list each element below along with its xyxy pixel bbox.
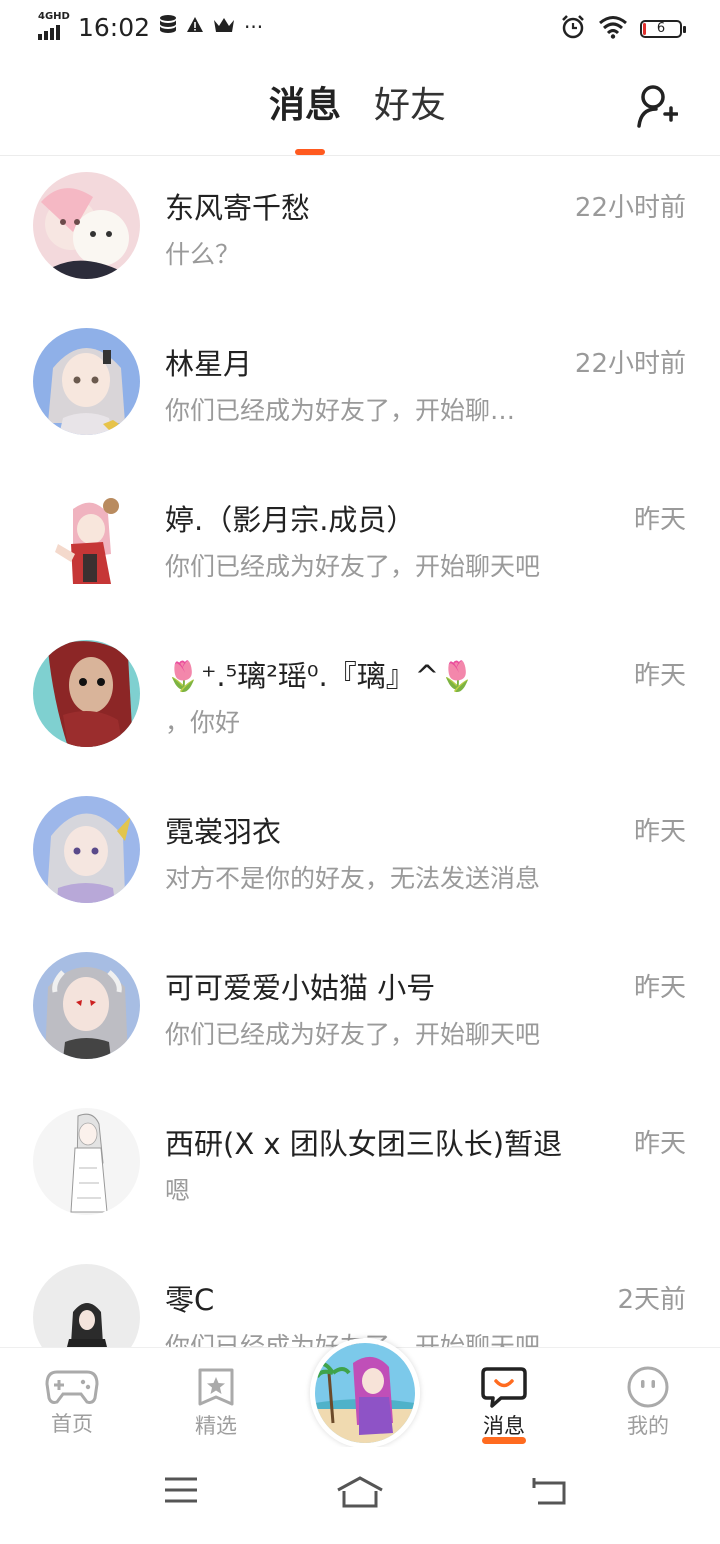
battery-icon: 6 bbox=[640, 20, 686, 38]
message-time: 22小时前 bbox=[574, 349, 686, 379]
alarm-icon bbox=[560, 14, 586, 44]
menu-icon[interactable] bbox=[163, 1475, 199, 1509]
star-bookmark-icon bbox=[198, 1368, 234, 1406]
network-type: 4GHD bbox=[38, 11, 70, 22]
contact-name: 林星月 bbox=[165, 347, 253, 381]
smiley-face-icon bbox=[627, 1366, 669, 1408]
contact-name: 霓裳羽衣 bbox=[165, 815, 282, 849]
nav-item-home[interactable]: 首页 bbox=[22, 1366, 122, 1438]
message-preview: 你们已经成为好友了，开始聊… bbox=[165, 396, 516, 425]
active-nav-indicator bbox=[482, 1437, 526, 1444]
conversation-item[interactable]: 东风寄千愁 22小时前 什么？ bbox=[0, 157, 720, 313]
nav-label: 我的 bbox=[627, 1414, 669, 1438]
contact-name: 西研(X x 团队女团三队长)暂退 bbox=[165, 1127, 563, 1161]
status-time: 16:02 bbox=[78, 12, 151, 42]
contact-name: 婷.（影月宗.成员） bbox=[165, 503, 416, 537]
nav-item-profile[interactable]: 我的 bbox=[598, 1366, 698, 1440]
nav-label: 首页 bbox=[51, 1412, 93, 1436]
message-preview: 你们已经成为好友了，开始聊天吧 bbox=[165, 552, 541, 581]
contact-name: 🌷⁺.⁵璃²瑶⁰.『璃』^🌷 bbox=[165, 659, 476, 693]
gamepad-icon bbox=[45, 1370, 99, 1404]
warning-icon bbox=[186, 15, 204, 39]
more-icon: ··· bbox=[244, 15, 264, 39]
message-preview: 嗯 bbox=[165, 1176, 191, 1205]
active-tab-indicator bbox=[295, 149, 325, 155]
bottom-nav: 首页 精选 消息 我的 bbox=[0, 1338, 720, 1448]
message-time: 昨天 bbox=[633, 973, 686, 1003]
message-time: 22小时前 bbox=[574, 193, 686, 223]
contact-name: 东风寄千愁 bbox=[165, 191, 311, 225]
message-time: 昨天 bbox=[633, 1129, 686, 1159]
avatar[interactable] bbox=[33, 328, 140, 435]
avatar[interactable] bbox=[33, 484, 140, 591]
home-icon[interactable] bbox=[336, 1475, 384, 1513]
battery-level: 6 bbox=[656, 21, 666, 36]
message-preview: ，你好 bbox=[165, 708, 241, 737]
wifi-icon bbox=[598, 15, 628, 43]
message-preview: 你们已经成为好友了，开始聊天吧 bbox=[165, 1020, 541, 1049]
contact-name: 零C bbox=[165, 1283, 215, 1317]
nav-item-messages[interactable]: 消息 bbox=[454, 1366, 554, 1440]
conversation-item[interactable]: 西研(X x 团队女团三队长)暂退 昨天 嗯 bbox=[0, 1093, 720, 1249]
conversation-item[interactable]: 霓裳羽衣 昨天 对方不是你的好友，无法发送消息 bbox=[0, 781, 720, 937]
back-icon[interactable] bbox=[530, 1475, 568, 1511]
message-time: 昨天 bbox=[633, 817, 686, 847]
conversation-item[interactable]: 🌷⁺.⁵璃²瑶⁰.『璃』^🌷 昨天 ，你好 bbox=[0, 625, 720, 781]
avatar[interactable] bbox=[33, 1264, 140, 1347]
message-time: 2天前 bbox=[617, 1285, 686, 1315]
message-time: 昨天 bbox=[633, 661, 686, 691]
avatar[interactable] bbox=[33, 172, 140, 279]
top-header: 消息 好友 bbox=[0, 56, 720, 156]
conversation-item[interactable]: 零C 2天前 你们已经成为好友了，开始聊天吧 bbox=[0, 1249, 720, 1347]
contact-name: 可可爱爱小姑猫 小号 bbox=[165, 971, 436, 1005]
nav-label: 精选 bbox=[195, 1414, 237, 1438]
avatar[interactable] bbox=[33, 952, 140, 1059]
message-preview: 对方不是你的好友，无法发送消息 bbox=[165, 864, 541, 893]
status-bar: 4GHD 16:02 ··· 6 bbox=[0, 0, 720, 56]
message-preview: 什么？ bbox=[165, 240, 241, 269]
message-list: 东风寄千愁 22小时前 什么？ 林星月 22小时前 你们已经成为好友了，开始聊… bbox=[0, 157, 720, 1347]
conversation-item[interactable]: 婷.（影月宗.成员） 昨天 你们已经成为好友了，开始聊天吧 bbox=[0, 469, 720, 625]
avatar[interactable] bbox=[33, 1108, 140, 1215]
message-time: 昨天 bbox=[633, 505, 686, 535]
tab-messages[interactable]: 消息 bbox=[269, 84, 341, 128]
nav-label: 消息 bbox=[483, 1414, 525, 1438]
add-friend-icon[interactable] bbox=[636, 84, 679, 130]
database-icon bbox=[158, 14, 178, 41]
tab-friends[interactable]: 好友 bbox=[374, 84, 446, 128]
avatar[interactable] bbox=[33, 796, 140, 903]
system-nav-bar bbox=[0, 1447, 720, 1544]
center-avatar-button[interactable] bbox=[310, 1338, 420, 1448]
crown-icon bbox=[212, 15, 236, 39]
nav-item-featured[interactable]: 精选 bbox=[166, 1366, 266, 1440]
conversation-item[interactable]: 林星月 22小时前 你们已经成为好友了，开始聊… bbox=[0, 313, 720, 469]
cellular-signal-icon: 4GHD bbox=[38, 12, 70, 42]
avatar[interactable] bbox=[33, 640, 140, 747]
conversation-item[interactable]: 可可爱爱小姑猫 小号 昨天 你们已经成为好友了，开始聊天吧 bbox=[0, 937, 720, 1093]
chat-bubble-icon bbox=[481, 1367, 527, 1408]
